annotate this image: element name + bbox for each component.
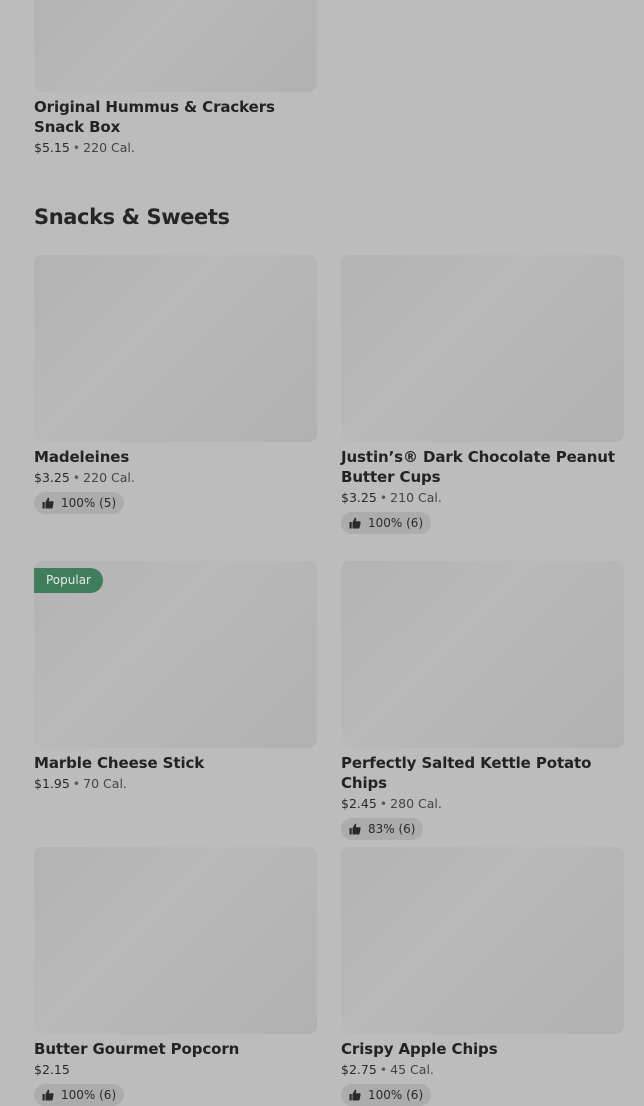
- item-name: Perfectly Salted Kettle Potato Chips: [341, 754, 592, 792]
- item-meta: $3.25 • 210 Cal.: [341, 490, 624, 506]
- rating-text: 100% (6): [368, 1088, 424, 1102]
- item-calories: 210 Cal.: [390, 490, 442, 505]
- item-price: $5.15: [34, 140, 70, 155]
- item-image[interactable]: [341, 847, 624, 1034]
- thumbs-up-icon: [349, 1089, 361, 1101]
- rating-pill: 100% (6): [34, 1084, 125, 1106]
- item-image[interactable]: [341, 255, 624, 442]
- rating-text: 100% (5): [61, 496, 117, 510]
- item-meta: $1.95 • 70 Cal.: [34, 776, 317, 792]
- item-name: Original Hummus & Crackers Snack Box: [34, 98, 275, 136]
- thumbs-up-icon: [349, 823, 361, 835]
- item-calories: 70 Cal.: [83, 776, 127, 791]
- item-name: Justin’s® Dark Chocolate Peanut Butter C…: [341, 448, 615, 486]
- item-name: Madeleines: [34, 448, 130, 466]
- item-name: Crispy Apple Chips: [341, 1040, 498, 1058]
- item-calories: 45 Cal.: [390, 1062, 434, 1077]
- rating-text: 83% (6): [368, 822, 416, 836]
- thumbs-up-icon: [42, 1089, 54, 1101]
- item-meta: $5.15 • 220 Cal.: [34, 140, 317, 156]
- rating-text: 100% (6): [61, 1088, 117, 1102]
- menu-page: Original Hummus & Crackers Snack Box $5.…: [0, 0, 644, 1106]
- item-price: $1.95: [34, 776, 70, 791]
- meta-separator: •: [72, 776, 81, 791]
- menu-item-card[interactable]: Perfectly Salted Kettle Potato Chips $2.…: [341, 561, 624, 840]
- meta-separator: •: [379, 796, 388, 811]
- meta-separator: •: [379, 1062, 388, 1077]
- item-meta: $2.15: [34, 1062, 317, 1078]
- item-image[interactable]: [34, 0, 317, 92]
- menu-item-card[interactable]: Crispy Apple Chips $2.75 • 45 Cal. 100% (6…: [341, 847, 624, 1106]
- item-calories: 220 Cal.: [83, 140, 135, 155]
- item-price: $2.15: [34, 1062, 70, 1077]
- item-meta: $3.25 • 220 Cal.: [34, 470, 317, 486]
- thumbs-up-icon: [349, 517, 361, 529]
- item-image[interactable]: [34, 847, 317, 1034]
- rating-pill: 100% (6): [341, 512, 432, 534]
- rating-pill: 83% (6): [341, 818, 424, 840]
- meta-separator: •: [72, 140, 81, 155]
- rating-pill: 100% (5): [34, 492, 125, 514]
- item-calories: 220 Cal.: [83, 470, 135, 485]
- meta-separator: •: [72, 470, 81, 485]
- item-name: Marble Cheese Stick: [34, 754, 205, 772]
- item-price: $2.75: [341, 1062, 377, 1077]
- item-name: Butter Gourmet Popcorn: [34, 1040, 240, 1058]
- menu-item-card[interactable]: Justin’s® Dark Chocolate Peanut Butter C…: [341, 255, 624, 534]
- menu-item-card[interactable]: Original Hummus & Crackers Snack Box $5.…: [34, 0, 317, 156]
- item-price: $2.45: [341, 796, 377, 811]
- section-title: Snacks & Sweets: [34, 205, 230, 229]
- menu-item-card[interactable]: Marble Cheese Stick $1.95 • 70 Cal.: [34, 561, 317, 792]
- item-meta: $2.45 • 280 Cal.: [341, 796, 624, 812]
- item-meta: $2.75 • 45 Cal.: [341, 1062, 624, 1078]
- menu-item-card[interactable]: Butter Gourmet Popcorn $2.15 100% (6): [34, 847, 317, 1106]
- rating-text: 100% (6): [368, 516, 424, 530]
- item-image[interactable]: [34, 255, 317, 442]
- meta-separator: •: [379, 490, 388, 505]
- item-price: $3.25: [34, 470, 70, 485]
- item-calories: 280 Cal.: [390, 796, 442, 811]
- menu-item-card[interactable]: Madeleines $3.25 • 220 Cal. 100% (5): [34, 255, 317, 514]
- item-price: $3.25: [341, 490, 377, 505]
- rating-pill: 100% (6): [341, 1084, 432, 1106]
- popular-badge: Popular: [34, 568, 103, 593]
- item-image[interactable]: [341, 561, 624, 748]
- thumbs-up-icon: [42, 497, 54, 509]
